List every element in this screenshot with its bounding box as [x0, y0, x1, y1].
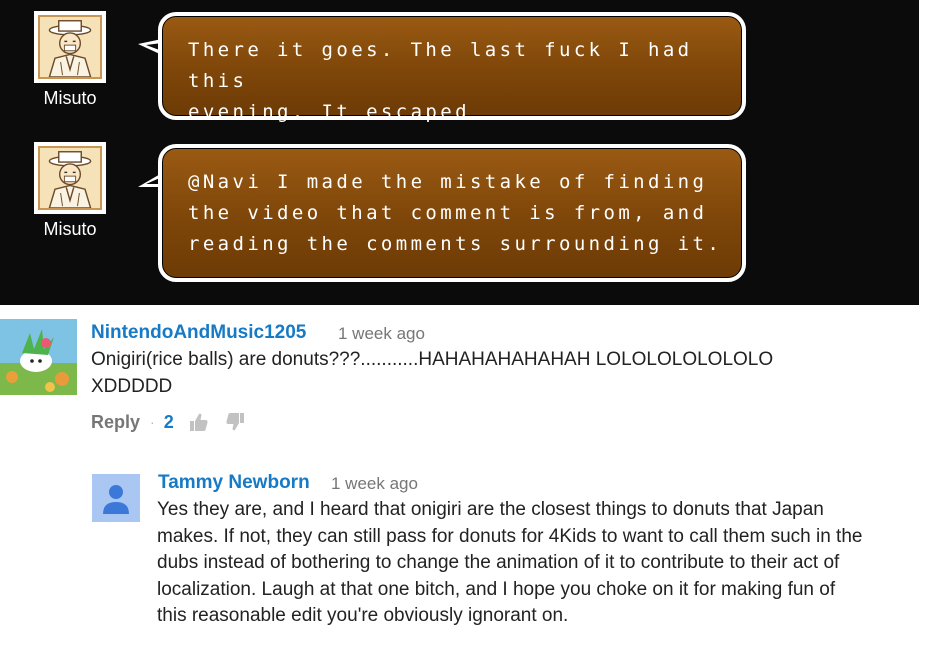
chat-username[interactable]: Misuto — [34, 219, 106, 239]
comment-avatar[interactable] — [0, 319, 77, 395]
default-user-icon — [92, 474, 140, 522]
chat-message-text: There it goes. The last fuck I had this … — [188, 39, 693, 123]
chat-bubble: There it goes. The last fuck I had this … — [158, 12, 746, 123]
reply-text-line: Yes they are, and I heard that onigiri a… — [157, 499, 824, 520]
chat-avatar[interactable] — [34, 11, 106, 83]
misuto-avatar-icon — [38, 15, 102, 79]
panel-edge — [919, 0, 927, 305]
chat-panel: Misuto There it goes. The last fuck I ha… — [0, 0, 927, 305]
reply-avatar[interactable] — [92, 474, 140, 522]
misuto-avatar-icon — [38, 146, 102, 210]
reply-text-line: localization. Laugh at that one bitch, a… — [157, 579, 836, 600]
comment-text-line: XDDDDD — [91, 376, 173, 397]
shaymin-avatar-icon — [0, 319, 77, 395]
like-count: 2 — [163, 411, 174, 432]
comment-text-line: Onigiri(rice balls) are donuts???.......… — [91, 349, 774, 370]
chat-username[interactable]: Misuto — [34, 88, 106, 108]
comment-author[interactable]: NintendoAndMusic1205 — [91, 322, 306, 344]
reply-text-line: dubs instead of bothering to change the … — [157, 552, 840, 573]
chat-message-text: @Navi I made the mistake of finding the … — [188, 171, 723, 255]
chat-bubble: @Navi I made the mistake of finding the … — [158, 144, 746, 282]
reply-author[interactable]: Tammy Newborn — [158, 472, 310, 494]
thumbs-up-icon[interactable] — [188, 411, 210, 433]
separator-dot: · — [150, 414, 155, 430]
reply-text-line: this reasonable edit you're obviously ig… — [157, 605, 569, 626]
reply-timestamp[interactable]: 1 week ago — [331, 474, 418, 494]
comment-actions: Reply · 2 — [91, 410, 246, 434]
chat-avatar[interactable] — [34, 142, 106, 214]
reply-text-line: makes. If not, they can still pass for d… — [157, 526, 863, 547]
thumbs-down-icon[interactable] — [224, 411, 246, 433]
reply-button[interactable]: Reply — [91, 412, 140, 433]
comment-timestamp[interactable]: 1 week ago — [338, 324, 425, 344]
